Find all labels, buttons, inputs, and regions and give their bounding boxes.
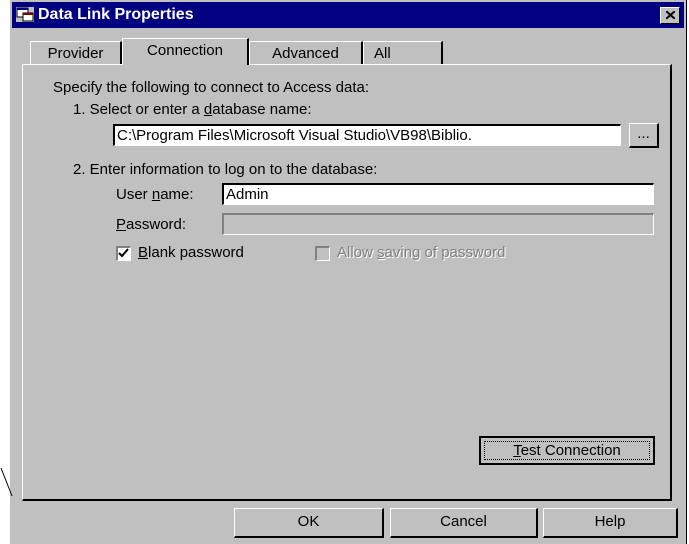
- tab-all[interactable]: All: [363, 41, 443, 65]
- username-input[interactable]: Admin: [222, 183, 654, 205]
- allow-saving-password-checkbox[interactable]: [315, 246, 330, 261]
- blank-password-checkbox[interactable]: [116, 246, 131, 261]
- title-bar[interactable]: Data Link Properties: [12, 2, 684, 28]
- close-button[interactable]: [660, 7, 680, 24]
- close-icon: [666, 11, 675, 19]
- step1-label: 1. Select or enter a database name:: [73, 101, 312, 118]
- connection-panel: Specify the following to connect to Acce…: [22, 64, 672, 501]
- password-label: Password:: [116, 216, 187, 233]
- database-name-input[interactable]: C:\Program Files\Microsoft Visual Studio…: [113, 124, 621, 146]
- help-button[interactable]: Help: [543, 508, 678, 538]
- cancel-button[interactable]: Cancel: [390, 508, 538, 538]
- window-title: Data Link Properties: [38, 6, 194, 23]
- ok-button[interactable]: OK: [234, 508, 384, 538]
- tab-label: Advanced: [272, 45, 339, 62]
- tab-label: All: [374, 45, 391, 62]
- stray-line-mark: [0, 468, 13, 497]
- tab-connection[interactable]: Connection: [122, 38, 249, 65]
- tab-label: Connection: [147, 42, 223, 59]
- password-input[interactable]: [222, 213, 654, 235]
- tab-provider[interactable]: Provider: [30, 41, 122, 65]
- intro-text: Specify the following to connect to Acce…: [53, 79, 370, 96]
- step2-label: 2. Enter information to log on to the da…: [73, 161, 378, 178]
- dialog-window: Data Link Properties Provider Connection…: [10, 0, 687, 544]
- checkmark-icon: [118, 248, 129, 258]
- tab-label: Provider: [47, 45, 104, 62]
- allow-saving-password-label: Allow saving of password: [337, 244, 506, 261]
- data-link-icon: [16, 7, 34, 22]
- test-connection-button[interactable]: Test Connection: [479, 436, 655, 465]
- browse-button[interactable]: ...: [629, 123, 659, 148]
- tab-advanced[interactable]: Advanced: [249, 41, 363, 65]
- username-label: User name:: [116, 186, 194, 203]
- blank-password-label: Blank password: [138, 244, 244, 261]
